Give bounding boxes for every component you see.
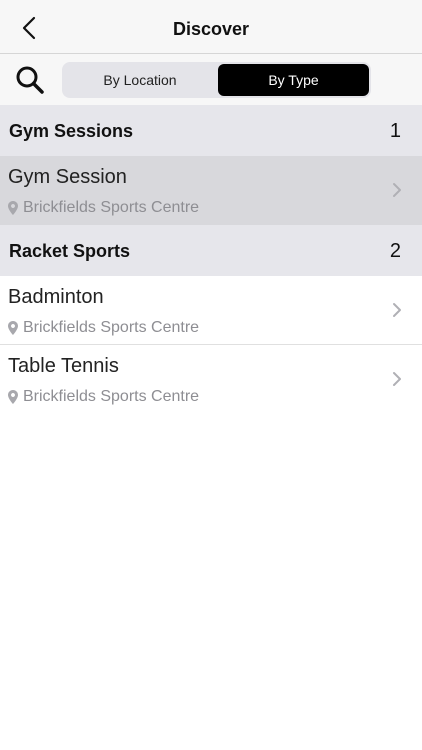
filter-bar: By Location By Type (0, 54, 422, 105)
list-item[interactable]: Badminton Brickfields Sports Centre (0, 276, 422, 345)
location-text: Brickfields Sports Centre (23, 388, 200, 405)
search-button[interactable] (14, 64, 46, 96)
list-item-title: Badminton (8, 286, 104, 308)
chevron-right-icon (393, 372, 401, 386)
location-pin-icon (8, 201, 18, 215)
list-item[interactable]: Gym Session Brickfields Sports Centre (0, 156, 422, 225)
section-header: Racket Sports 2 (0, 225, 422, 276)
list-item-location: Brickfields Sports Centre (8, 319, 199, 337)
page-title: Discover (172, 19, 250, 39)
segment-by-location[interactable]: By Location (64, 64, 216, 96)
location-pin-icon (8, 390, 18, 404)
search-icon (16, 66, 44, 94)
list-item[interactable]: Table Tennis Brickfields Sports Centre (0, 345, 422, 414)
section-count: 2 (389, 240, 401, 262)
list-item-title: Gym Session (8, 166, 127, 188)
segmented-control: By Location By Type (62, 62, 371, 98)
location-text: Brickfields Sports Centre (23, 319, 200, 336)
section-title: Racket Sports (9, 241, 131, 261)
chevron-right-icon (393, 303, 401, 317)
list-item-title: Table Tennis (8, 355, 119, 377)
navigation-bar: Discover (0, 0, 422, 54)
location-text: Brickfields Sports Centre (23, 199, 200, 216)
section-header: Gym Sessions 1 (0, 105, 422, 156)
list-item-location: Brickfields Sports Centre (8, 199, 199, 217)
chevron-right-icon (393, 183, 401, 197)
section-count: 1 (389, 120, 401, 142)
list-item-location: Brickfields Sports Centre (8, 388, 199, 406)
location-pin-icon (8, 321, 18, 335)
segment-by-type[interactable]: By Type (218, 64, 369, 96)
section-title: Gym Sessions (9, 121, 134, 141)
